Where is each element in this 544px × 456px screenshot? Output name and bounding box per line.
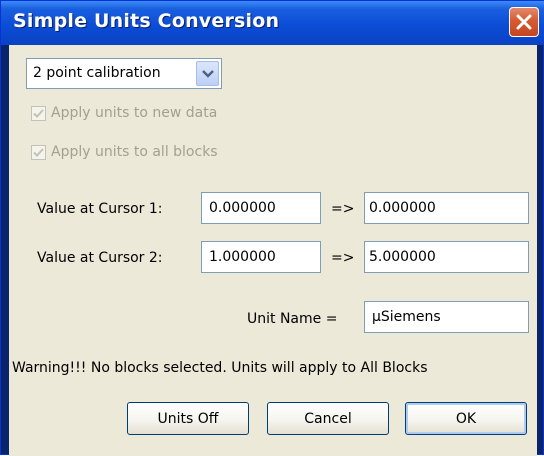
ok-button[interactable]: OK — [405, 402, 527, 435]
apply-all-blocks-checkbox[interactable]: Apply units to all blocks — [31, 143, 331, 165]
cursor2-result-field[interactable]: 5.000000 — [364, 241, 529, 273]
cursor2-arrow: => — [331, 250, 355, 266]
units-conversion-dialog: Simple Units Conversion 2 point calibrat… — [0, 0, 544, 456]
units-off-button[interactable]: Units Off — [127, 402, 249, 435]
dialog-body: 2 point calibration Apply units to new d… — [9, 45, 537, 456]
unit-name-value: µSiemens — [372, 309, 441, 325]
apply-new-data-checkmark — [31, 106, 46, 121]
apply-all-blocks-checkmark — [31, 145, 46, 160]
close-button[interactable] — [509, 7, 539, 37]
cursor2-value-field[interactable]: 1.000000 — [201, 241, 321, 273]
cursor1-value-field[interactable]: 0.000000 — [201, 192, 321, 224]
calibration-dropdown-button[interactable] — [196, 61, 219, 86]
window-title: Simple Units Conversion — [13, 10, 280, 32]
unit-name-field[interactable]: µSiemens — [364, 301, 529, 333]
warning-message: Warning!!! No blocks selected. Units wil… — [12, 360, 428, 376]
cursor2-label: Value at Cursor 2: — [37, 250, 163, 266]
cursor2-result: 5.000000 — [369, 249, 436, 265]
checkmark-icon — [33, 148, 44, 157]
cancel-button[interactable]: Cancel — [267, 402, 389, 435]
cursor2-value: 1.000000 — [209, 249, 276, 265]
apply-all-blocks-label: Apply units to all blocks — [51, 144, 218, 160]
cursor1-result-field[interactable]: 0.000000 — [364, 192, 529, 224]
apply-new-data-checkbox[interactable]: Apply units to new data — [31, 104, 331, 126]
cursor1-label: Value at Cursor 1: — [37, 201, 163, 217]
checkmark-icon — [33, 109, 44, 118]
close-icon — [516, 14, 532, 30]
unit-name-label: Unit Name = — [247, 311, 338, 327]
apply-new-data-label: Apply units to new data — [51, 105, 218, 121]
cursor1-arrow: => — [331, 201, 355, 217]
calibration-selected-value: 2 point calibration — [33, 65, 161, 81]
title-bar[interactable]: Simple Units Conversion — [1, 1, 544, 45]
calibration-select[interactable]: 2 point calibration — [26, 58, 222, 89]
cursor1-value: 0.000000 — [209, 200, 276, 216]
cursor1-result: 0.000000 — [369, 200, 436, 216]
chevron-down-icon — [201, 69, 214, 78]
